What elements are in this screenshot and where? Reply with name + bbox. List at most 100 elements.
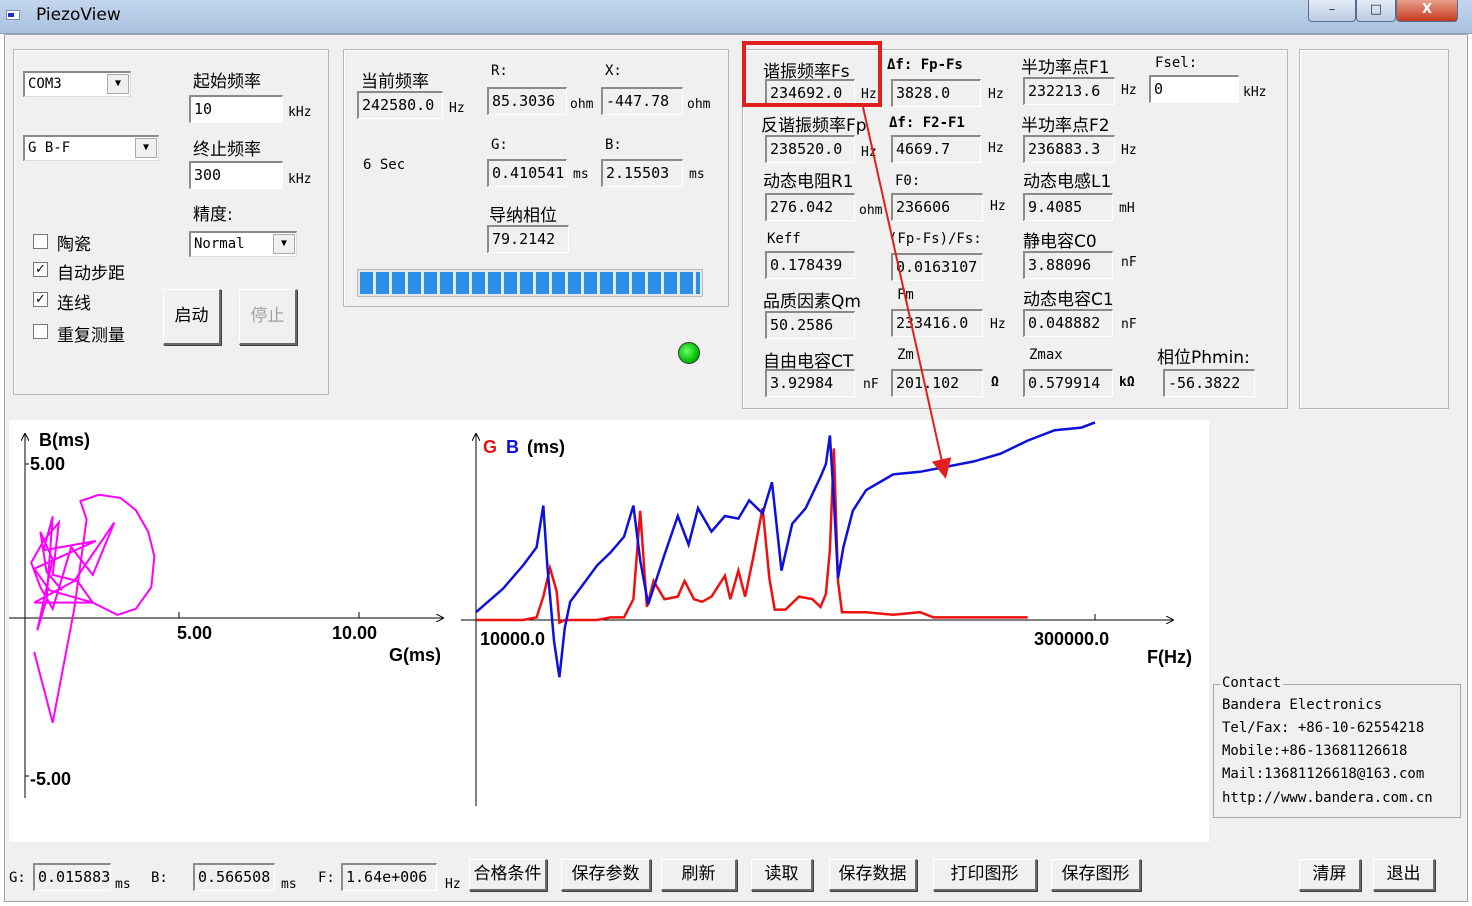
- save-params-button[interactable]: 保存参数: [561, 859, 651, 891]
- f0-unit: Hz: [990, 199, 1006, 214]
- zmax-label: Zmax: [1029, 347, 1063, 363]
- phase-label: 导纳相位: [489, 206, 557, 226]
- ceramic-label: 陶瓷: [57, 235, 91, 255]
- end-freq-label: 终止频率: [193, 140, 261, 160]
- chevron-down-icon[interactable]: ▼: [135, 138, 157, 158]
- df21-label: Δf: F2-F1: [889, 115, 965, 131]
- start-freq-unit: kHz: [288, 105, 312, 120]
- port-select-value: COM3: [28, 76, 62, 92]
- ct-field: 3.92984: [765, 369, 855, 397]
- g-field: 0.410541: [487, 159, 567, 187]
- start-freq-label: 起始频率: [193, 72, 261, 92]
- fpfs-field: 0.0163107: [891, 253, 983, 281]
- minimize-button[interactable]: –: [1308, 0, 1356, 22]
- status-led-icon: [678, 342, 700, 364]
- end-freq-input[interactable]: 300: [189, 161, 283, 189]
- read-button[interactable]: 读取: [751, 859, 813, 891]
- cursor-f-label: F:: [318, 870, 335, 886]
- b-label: B:: [605, 137, 622, 153]
- refresh-button[interactable]: 刷新: [661, 859, 737, 891]
- repeat-measure-checkbox[interactable]: [33, 324, 48, 339]
- port-select[interactable]: COM3 ▼: [23, 71, 131, 97]
- connect-line-checkbox[interactable]: ✓: [33, 292, 48, 307]
- right-x-tick-label-start: 10000.0: [480, 629, 545, 649]
- left-y-tick-label-bottom: -5.00: [30, 769, 71, 789]
- g-unit: ms: [573, 167, 589, 182]
- cursor-f-unit: Hz: [445, 877, 461, 892]
- right-y-axis-label: (ms): [527, 437, 565, 457]
- save-graph-button[interactable]: 保存图形: [1051, 859, 1141, 891]
- legend-b: B: [506, 437, 519, 457]
- left-x-tick-label-5: 5.00: [177, 623, 212, 643]
- title-bar[interactable]: PiezoView – □ X: [0, 0, 1472, 34]
- left-x-tick-label-10: 10.00: [332, 623, 377, 643]
- contact-mobile: Mobile:+86-13681126618: [1222, 743, 1408, 759]
- x-unit: ohm: [687, 97, 711, 112]
- r1-field: 276.042: [765, 193, 855, 221]
- spare-group: [1299, 49, 1449, 409]
- exit-button[interactable]: 退出: [1373, 859, 1435, 891]
- current-freq-field: 242580.0: [357, 91, 443, 119]
- df21-field: 4669.7: [891, 135, 981, 163]
- contact-tel: Tel/Fax: +86-10-62554218: [1222, 720, 1425, 736]
- clear-screen-button[interactable]: 清屏: [1299, 859, 1361, 891]
- r-label: R:: [491, 63, 508, 79]
- chevron-down-icon[interactable]: ▼: [107, 74, 129, 94]
- phase-field: 79.2142: [487, 225, 569, 253]
- start-freq-input[interactable]: 10: [189, 95, 283, 123]
- keff-label: Keff: [767, 231, 801, 247]
- zm-unit: Ω: [991, 375, 999, 390]
- fp-field: 238520.0: [765, 135, 855, 163]
- phmin-field: -56.3822: [1163, 369, 1255, 397]
- contact-box: Contact Bandera Electronics Tel/Fax: +86…: [1213, 675, 1461, 818]
- ct-unit: nF: [863, 377, 879, 392]
- maximize-button[interactable]: □: [1356, 0, 1396, 22]
- c1-field: 0.048882: [1023, 309, 1113, 337]
- fsel-input[interactable]: 0: [1149, 75, 1239, 103]
- mode-select[interactable]: G B-F ▼: [23, 135, 159, 161]
- right-x-tick-label-end: 300000.0: [1034, 629, 1109, 649]
- auto-step-label: 自动步距: [57, 264, 125, 284]
- current-freq-unit: Hz: [449, 101, 465, 116]
- c1-unit: nF: [1121, 317, 1137, 332]
- criteria-button[interactable]: 合格条件: [469, 859, 547, 891]
- fm-field: 233416.0: [891, 309, 983, 337]
- precision-select-value: Normal: [194, 236, 245, 252]
- cursor-b-label: B:: [151, 870, 168, 886]
- l1-field: 9.4085: [1023, 193, 1113, 221]
- start-button[interactable]: 启动: [163, 289, 221, 345]
- save-data-button[interactable]: 保存数据: [829, 859, 917, 891]
- app-icon: [6, 10, 20, 20]
- b-series-line: [475, 421, 1096, 678]
- r-field: 85.3036: [487, 87, 567, 115]
- repeat-measure-label: 重复测量: [57, 326, 125, 346]
- x-field: -447.78: [601, 87, 683, 115]
- chevron-down-icon[interactable]: ▼: [273, 234, 295, 254]
- f1-label: 半功率点F1: [1021, 58, 1110, 78]
- qm-field: 50.2586: [765, 311, 855, 339]
- close-button[interactable]: X: [1396, 0, 1458, 22]
- fp-label: 反谐振频率Fp: [761, 116, 867, 136]
- c0-field: 3.88096: [1023, 251, 1113, 279]
- zm-field: 201.102: [891, 369, 983, 397]
- b-unit: ms: [689, 167, 705, 182]
- dffs-label: Δf: Fp-Fs: [887, 57, 963, 73]
- r-unit: ohm: [570, 97, 594, 112]
- zmax-unit: kΩ: [1119, 375, 1135, 390]
- fm-unit: Hz: [990, 317, 1006, 332]
- auto-step-checkbox[interactable]: ✓: [33, 262, 48, 277]
- fp-unit: Hz: [861, 145, 877, 160]
- connect-line-label: 连线: [57, 294, 91, 314]
- ceramic-checkbox[interactable]: [33, 234, 48, 249]
- c1-label: 动态电容C1: [1023, 290, 1114, 310]
- zmax-field: 0.579914: [1023, 369, 1113, 397]
- fsel-label: Fsel:: [1155, 55, 1198, 71]
- left-y-axis-label: B(ms): [39, 430, 90, 450]
- contact-company: Bandera Electronics: [1222, 697, 1383, 713]
- progress-bar: [357, 269, 703, 297]
- stop-button[interactable]: 停止: [239, 289, 297, 345]
- print-graph-button[interactable]: 打印图形: [933, 859, 1037, 891]
- g-series-line: [476, 448, 1028, 625]
- current-freq-label: 当前频率: [361, 72, 429, 92]
- precision-select[interactable]: Normal ▼: [189, 231, 297, 257]
